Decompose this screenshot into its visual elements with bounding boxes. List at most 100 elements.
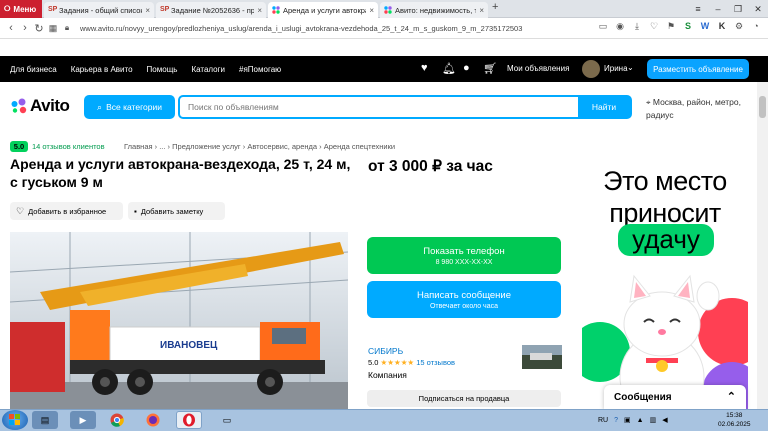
nav-help[interactable]: Помощь <box>147 65 178 74</box>
notifications-bell-icon[interactable]: 🔔︎ <box>442 62 456 75</box>
tab-task-detail[interactable]: SP Задание №2052636 - пр × <box>156 2 266 18</box>
find-button[interactable]: Найти <box>578 97 630 117</box>
tab-close-icon[interactable]: × <box>479 6 484 15</box>
volume-icon[interactable]: ◀ <box>662 416 667 424</box>
nav-i-help[interactable]: #яПомогаю <box>239 65 281 74</box>
page-scrollbar[interactable] <box>757 82 768 410</box>
clock-date: 02.06.2025 <box>718 421 751 428</box>
download-icon[interactable]: ⤓ <box>631 21 643 34</box>
nav-catalogs[interactable]: Каталоги <box>191 65 225 74</box>
nav-career[interactable]: Карьера в Авито <box>71 65 133 74</box>
minimize-icon[interactable]: – <box>708 0 728 18</box>
heart-icon[interactable]: ♡ <box>648 21 660 34</box>
network-icon[interactable]: ▥ <box>650 416 657 424</box>
forward-icon[interactable]: › <box>18 22 32 34</box>
tab-avito-listing[interactable]: Аренда и услуги автокра × <box>268 2 378 18</box>
windows-logo-icon <box>9 414 20 425</box>
seller-name-link[interactable]: СИБИРЬ <box>368 346 403 356</box>
location-selector[interactable]: ⌖ Москва, район, метро, радиус <box>646 96 756 121</box>
system-tray: RU ? ▣ ▲ ▥ ◀ <box>598 411 668 429</box>
tab-close-icon[interactable]: × <box>369 6 374 15</box>
write-message-label: Написать сообщение <box>416 289 512 301</box>
avito-logo[interactable]: Avito <box>10 96 70 116</box>
k-extension-icon[interactable]: K <box>716 21 728 34</box>
extensions-bar: ▭ ◉ ⤓ ♡ ⚑ S W K ⚙ ◔ <box>597 21 762 34</box>
tab-close-icon[interactable]: × <box>257 6 262 15</box>
add-note-button[interactable]: ▪ Добавить заметку <box>128 202 225 220</box>
client-reviews-link[interactable]: 14 отзывов клиентов <box>32 142 105 151</box>
seller-reviews-link[interactable]: 15 отзывов <box>416 358 455 367</box>
tabs-grid-icon[interactable]: ▦ <box>46 23 60 34</box>
reload-icon[interactable]: ↻ <box>32 22 46 35</box>
bookmark-icon[interactable]: ⚑ <box>665 21 677 34</box>
opera-menu-button[interactable]: ⭘ Меню <box>0 0 42 18</box>
language-indicator[interactable]: RU <box>598 417 608 424</box>
easy-setup-icon[interactable]: ⚙ <box>733 21 745 34</box>
search-input[interactable] <box>180 97 580 117</box>
back-icon[interactable]: ‹ <box>4 22 18 34</box>
favorites-heart-icon[interactable]: ♥ <box>421 62 428 74</box>
place-ad-button[interactable]: Разместить объявление <box>647 59 749 79</box>
close-window-icon[interactable]: ✕ <box>748 0 768 18</box>
taskbar-media-icon[interactable]: ▶ <box>70 411 96 429</box>
all-categories-button[interactable]: ⌕ Все категории <box>84 95 175 119</box>
tab-title: Аренда и услуги автокра <box>283 5 367 15</box>
listing-title: Аренда и услуги автокрана-вездехода, 25 … <box>10 156 351 190</box>
opera-logo-icon: ⭘ <box>4 4 11 13</box>
ad-banner[interactable]: Это место приносит удачу <box>582 158 748 410</box>
taskbar-chrome-icon[interactable] <box>104 411 130 429</box>
url-field[interactable]: www.avito.ru/novyy_urengoy/predlozheniya… <box>80 24 522 33</box>
menu-lines-icon[interactable]: ≡ <box>688 0 708 18</box>
chat-bubble-icon[interactable]: ● <box>463 62 470 74</box>
breadcrumb[interactable]: Главная › ... › Предложение услуг › Авто… <box>124 142 395 151</box>
tab-title: Авито: недвижимость, тр <box>395 5 477 15</box>
seller-type: Компания <box>368 370 407 380</box>
subscribe-seller-button[interactable]: Подписаться на продавца <box>367 390 561 407</box>
maximize-icon[interactable]: ❐ <box>728 0 748 18</box>
taskbar-firefox-icon[interactable] <box>140 411 166 429</box>
bookmark-list-icon[interactable]: ▭ <box>597 21 609 34</box>
categories-label: Все категории <box>106 102 162 112</box>
show-phone-button[interactable]: Показать телефон 8 980 XXX-XX-XX <box>367 237 561 274</box>
ad-line-3: удачу <box>618 224 714 256</box>
lock-icon[interactable]: 🔒︎ <box>60 23 74 33</box>
write-message-button[interactable]: Написать сообщение Отвечает около часа <box>367 281 561 318</box>
s-extension-icon[interactable]: S <box>682 21 694 34</box>
avito-favicon-icon <box>384 6 392 14</box>
messages-widget[interactable]: Сообщения ⌃ <box>604 385 746 410</box>
add-to-favorites-button[interactable]: ♡ Добавить в избранное <box>10 202 123 220</box>
tab-avito-home[interactable]: Авито: недвижимость, тр × <box>380 2 488 18</box>
heart-outline-icon: ♡ <box>16 205 25 216</box>
window-controls: ≡ – ❐ ✕ <box>688 0 768 18</box>
tray-app-icon[interactable]: ▣ <box>624 416 631 424</box>
camera-icon[interactable]: ◉ <box>614 21 626 34</box>
scrollbar-thumb[interactable] <box>759 96 766 118</box>
w-extension-icon[interactable]: W <box>699 21 711 34</box>
note-icon: ▪ <box>134 206 137 216</box>
start-button[interactable] <box>2 410 28 430</box>
help-icon[interactable]: ? <box>614 417 618 424</box>
chevron-up-icon[interactable]: ⌃ <box>727 390 736 403</box>
nav-business[interactable]: Для бизнеса <box>10 65 57 74</box>
profile-icon[interactable]: ◔ <box>750 21 762 34</box>
taskbar-explorer-icon[interactable]: ▤ <box>32 411 58 429</box>
seller-avatar-image[interactable] <box>522 345 562 369</box>
my-ads-link[interactable]: Мои объявления <box>507 64 569 73</box>
taskbar-clock[interactable]: 15:38 02.06.2025 <box>718 411 751 429</box>
taskbar-monitor-icon[interactable]: ▭ <box>214 411 240 429</box>
tab-tasks-list[interactable]: SP Задания - общий список × <box>44 2 154 18</box>
chevron-down-icon[interactable]: ⌄ <box>627 63 634 72</box>
user-avatar[interactable] <box>582 60 600 78</box>
search-icon: ⌕ <box>97 101 103 112</box>
cart-icon[interactable]: 🛒︎ <box>483 62 497 75</box>
listing-photo[interactable]: ИВАНОВЕЦ <box>10 232 348 412</box>
tab-close-icon[interactable]: × <box>145 6 150 15</box>
tray-expand-icon[interactable]: ▲ <box>637 417 644 424</box>
listing-price: от 3 000 ₽ за час <box>368 158 493 175</box>
crane-truck-image: ИВАНОВЕЦ <box>10 232 348 412</box>
new-tab-button[interactable]: + <box>492 1 498 13</box>
location-pin-icon: ⌖ <box>646 98 651 107</box>
taskbar-opera-icon[interactable] <box>176 411 202 429</box>
user-name[interactable]: Ирина <box>604 64 628 73</box>
ad-line-1: Это место <box>603 166 727 196</box>
